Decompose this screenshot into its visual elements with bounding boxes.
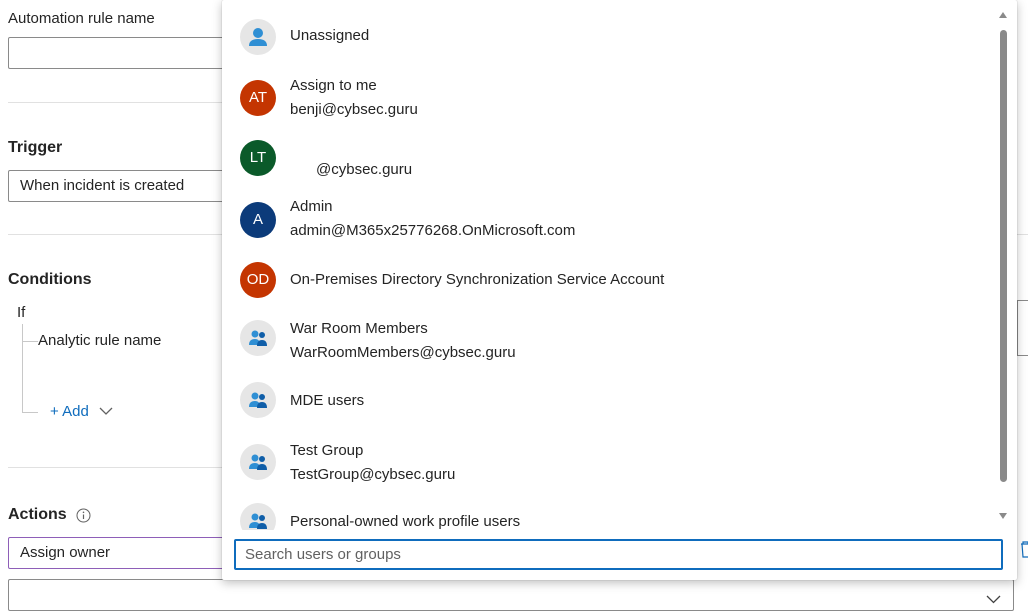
divider	[8, 467, 248, 468]
item-name: Assign to me	[290, 77, 377, 94]
rule-name-input[interactable]	[8, 37, 248, 69]
divider	[8, 102, 248, 103]
trigger-label: Trigger	[8, 139, 63, 156]
item-email: TestGroup@cybsec.guru	[290, 466, 456, 483]
group-icon	[240, 444, 276, 480]
assignee-list: Unassigned AT Assign to me benji@cybsec.…	[222, 0, 997, 530]
group-icon	[240, 503, 276, 530]
list-item-on-premises[interactable]: OD On-Premises Directory Synchronization…	[222, 256, 997, 306]
item-name: On-Premises Directory Synchronization Se…	[290, 271, 665, 288]
scrollbar-thumb[interactable]	[1000, 30, 1007, 482]
group-icon	[240, 382, 276, 418]
item-email: @cybsec.guru	[316, 161, 413, 178]
avatar: LT	[240, 140, 276, 176]
item-email: admin@M365x25776268.OnMicrosoft.com	[290, 222, 576, 239]
scroll-down-icon[interactable]	[999, 513, 1007, 519]
item-email: benji@cybsec.guru	[290, 101, 418, 118]
add-label: + Add	[50, 403, 89, 420]
person-icon	[240, 19, 276, 55]
list-item-unassigned[interactable]: Unassigned	[222, 0, 997, 70]
add-condition-button[interactable]: + Add	[50, 403, 113, 420]
list-item-lt[interactable]: LT @cybsec.guru	[222, 132, 997, 194]
actions-label: Actions	[8, 506, 67, 523]
chevron-down-icon	[99, 403, 113, 420]
item-name: Admin	[290, 198, 333, 215]
list-item-war-room[interactable]: War Room Members WarRoomMembers@cybsec.g…	[222, 306, 997, 372]
list-item-assign-to-me[interactable]: AT Assign to me benji@cybsec.guru	[222, 70, 997, 132]
condition-item: Analytic rule name	[38, 332, 162, 349]
avatar: AT	[240, 80, 276, 116]
scroll-up-icon[interactable]	[999, 12, 1007, 18]
divider	[8, 234, 248, 235]
item-name: Personal-owned work profile users	[290, 513, 521, 530]
conditions-label: Conditions	[8, 271, 92, 288]
group-icon	[240, 320, 276, 356]
item-name: Unassigned	[290, 27, 370, 44]
info-icon[interactable]	[76, 508, 91, 527]
rule-name-label: Automation rule name	[8, 10, 155, 27]
owner-select[interactable]	[8, 579, 1014, 611]
avatar: A	[240, 202, 276, 238]
chevron-down-icon[interactable]	[986, 591, 1001, 608]
trigger-select[interactable]: When incident is created	[8, 170, 248, 202]
list-item-admin[interactable]: A Admin admin@M365x25776268.OnMicrosoft.…	[222, 194, 997, 256]
if-label: If	[17, 304, 26, 321]
item-name: War Room Members	[290, 320, 428, 337]
list-item-personal-owned[interactable]: Personal-owned work profile users	[222, 500, 997, 530]
tree-branch	[22, 341, 38, 342]
item-name: MDE users	[290, 392, 365, 409]
assignee-dropdown: Unassigned AT Assign to me benji@cybsec.…	[222, 0, 1017, 580]
tree-branch	[22, 412, 38, 413]
divider	[1017, 234, 1028, 235]
list-item-mde-users[interactable]: MDE users	[222, 372, 997, 432]
item-email: WarRoomMembers@cybsec.guru	[290, 344, 516, 361]
list-item-test-group[interactable]: Test Group TestGroup@cybsec.guru	[222, 432, 997, 500]
avatar: OD	[240, 262, 276, 298]
tree-line	[22, 324, 23, 412]
delete-icon[interactable]	[1020, 541, 1028, 563]
item-name: Test Group	[290, 442, 364, 459]
condition-field-edge	[1017, 300, 1028, 356]
search-input[interactable]	[234, 539, 1003, 570]
action-select[interactable]: Assign owner	[8, 537, 248, 569]
